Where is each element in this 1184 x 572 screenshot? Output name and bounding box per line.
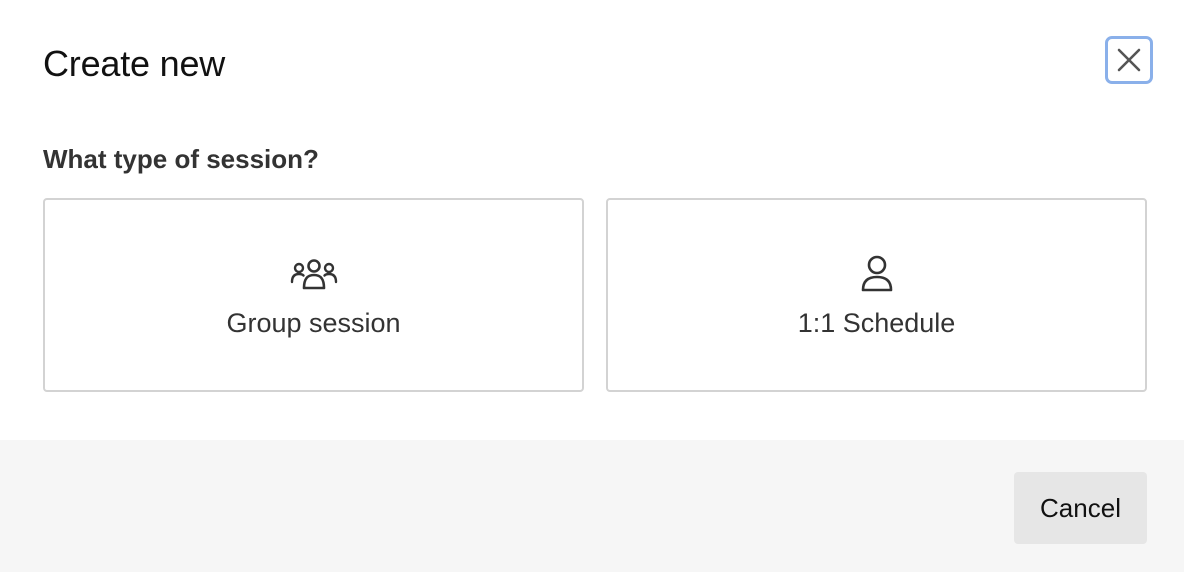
person-icon — [853, 254, 901, 294]
group-icon — [290, 254, 338, 294]
create-new-dialog: Create new What type of session? Group s… — [0, 0, 1184, 572]
one-on-one-schedule-label: 1:1 Schedule — [797, 308, 956, 338]
close-button[interactable] — [1105, 36, 1153, 84]
session-type-question: What type of session? — [43, 144, 319, 174]
cancel-button[interactable]: Cancel — [1014, 472, 1147, 544]
one-on-one-schedule-option[interactable]: 1:1 Schedule — [606, 198, 1147, 392]
dialog-header: Create new — [0, 0, 1184, 120]
group-session-option[interactable]: Group session — [43, 198, 584, 392]
dialog-title: Create new — [43, 43, 226, 84]
dialog-footer: Cancel — [0, 440, 1184, 572]
close-icon — [1117, 48, 1141, 72]
group-session-label: Group session — [226, 308, 401, 338]
